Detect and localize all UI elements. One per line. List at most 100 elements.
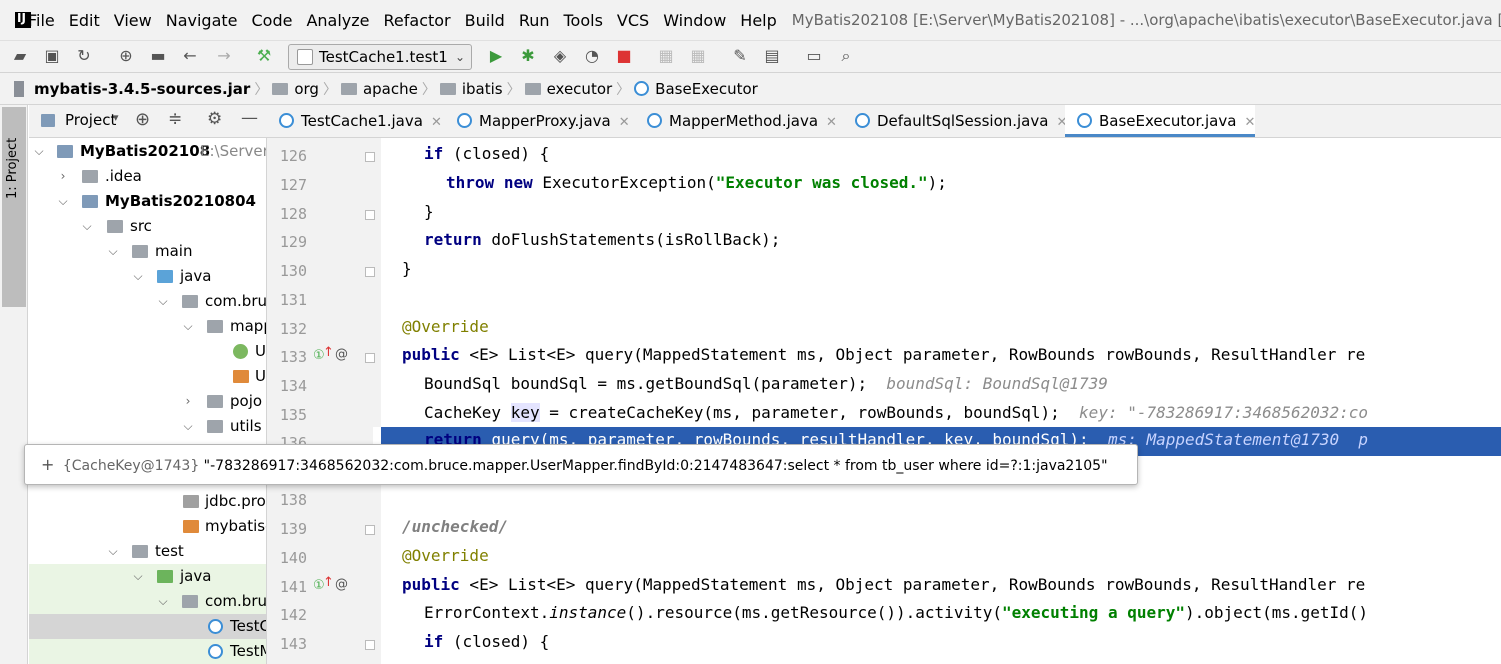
menu-run[interactable]: Run xyxy=(512,11,557,30)
chevron-down-icon[interactable]: ⌵ xyxy=(107,239,119,264)
debug-value-tooltip[interactable]: + {CacheKey@1743} "-783286917:3468562032… xyxy=(24,444,1138,485)
menu-build[interactable]: Build xyxy=(458,11,512,30)
tree-item-mybatis-config[interactable]: mybatis- xyxy=(29,514,266,539)
add-icon[interactable]: ⊕ xyxy=(116,46,136,66)
tree-item-utils[interactable]: ⌵ utils xyxy=(29,414,266,439)
close-icon[interactable]: ✕ xyxy=(826,115,837,130)
breadcrumb-executor[interactable]: executor xyxy=(524,80,612,98)
close-icon[interactable]: ✕ xyxy=(619,115,630,130)
coverage-icon[interactable]: ◈ xyxy=(550,46,570,66)
chevron-down-icon[interactable]: ⌵ xyxy=(157,289,169,314)
chevron-right-icon[interactable]: › xyxy=(57,164,69,189)
override-arrow-icon[interactable]: ↑ xyxy=(323,345,334,360)
menu-window[interactable]: Window xyxy=(656,11,733,30)
tab-mapperproxy[interactable]: MapperProxy.java ✕ xyxy=(445,105,635,137)
tree-item-package[interactable]: ⌵ com.bru xyxy=(29,289,266,314)
open-folder-icon[interactable]: ▰ xyxy=(10,46,30,66)
fold-marker-icon[interactable] xyxy=(365,640,375,650)
profile-icon[interactable]: ◔ xyxy=(582,46,602,66)
fold-marker-icon[interactable] xyxy=(365,210,375,220)
breadcrumb-apache[interactable]: apache xyxy=(340,80,418,98)
chevron-right-icon[interactable]: › xyxy=(182,389,194,414)
code-editor[interactable]: if (closed) { throw new ExecutorExceptio… xyxy=(381,138,1501,664)
tree-item-module[interactable]: ⌵ MyBatis20210804 xyxy=(29,189,266,214)
breadcrumb-org[interactable]: org xyxy=(272,80,319,98)
menu-edit[interactable]: Edit xyxy=(62,11,107,30)
menu-navigate[interactable]: Navigate xyxy=(159,11,245,30)
debug-icon[interactable]: ✱ xyxy=(518,46,538,66)
menu-code[interactable]: Code xyxy=(245,11,300,30)
tree-item-test[interactable]: ⌵ test xyxy=(29,539,266,564)
fold-marker-icon[interactable] xyxy=(365,152,375,162)
tab-mappermethod[interactable]: MapperMethod.java ✕ xyxy=(635,105,843,137)
breadcrumb-baseexecutor[interactable]: BaseExecutor xyxy=(634,80,758,98)
locate-target-icon[interactable]: ⊕ xyxy=(135,109,150,130)
annotation-icon[interactable]: @ xyxy=(335,347,348,362)
tree-item-jdbc-properties[interactable]: jdbc.pro xyxy=(29,489,266,514)
tree-item-interface[interactable]: U xyxy=(29,339,266,364)
tree-item-test-java[interactable]: ⌵ java xyxy=(29,564,266,589)
folder-icon[interactable]: ▬ xyxy=(148,46,168,66)
fold-marker-icon[interactable] xyxy=(365,525,375,535)
chevron-down-icon[interactable]: ▾ xyxy=(113,111,119,124)
breadcrumb-jar[interactable]: mybatis-3.4.5-sources.jar xyxy=(14,80,250,98)
attach-icon[interactable]: ▦ xyxy=(656,46,676,66)
tree-item-test-package[interactable]: ⌵ com.bru xyxy=(29,589,266,614)
menu-view[interactable]: View xyxy=(107,11,159,30)
remote-icon[interactable]: ▦ xyxy=(688,46,708,66)
project-structure-icon[interactable]: ▤ xyxy=(762,46,782,66)
tree-item-testm[interactable]: TestM xyxy=(29,639,266,664)
close-icon[interactable]: ✕ xyxy=(1244,115,1255,130)
breadcrumb-ibatis[interactable]: ibatis xyxy=(439,80,503,98)
chevron-down-icon[interactable]: ⌵ xyxy=(33,139,45,164)
run-configuration-select[interactable]: TestCache1.test1 ⌄ xyxy=(288,44,472,70)
tab-defaultsqlsession[interactable]: DefaultSqlSession.java ✕ xyxy=(843,105,1067,137)
chevron-down-icon[interactable]: ⌵ xyxy=(157,589,169,614)
back-icon[interactable]: ← xyxy=(180,46,200,66)
build-hammer-icon[interactable]: ⚒ xyxy=(254,46,274,66)
tree-item-xml[interactable]: U xyxy=(29,364,266,389)
tree-item-testcache1[interactable]: TestC xyxy=(29,614,266,639)
override-arrow-icon[interactable]: ↑ xyxy=(323,575,334,590)
fold-marker-icon[interactable] xyxy=(365,267,375,277)
menu-tools[interactable]: Tools xyxy=(557,11,610,30)
highlighted-identifier[interactable]: key xyxy=(510,403,540,422)
chevron-down-icon[interactable]: ⌵ xyxy=(81,214,93,239)
tree-item-pojo[interactable]: › pojo xyxy=(29,389,266,414)
collapse-all-icon[interactable]: ≑ xyxy=(168,109,182,129)
save-icon[interactable]: ▣ xyxy=(42,46,62,66)
menu-analyze[interactable]: Analyze xyxy=(299,11,376,30)
terminal-icon[interactable]: ▭ xyxy=(804,46,824,66)
tree-item-java[interactable]: ⌵ java xyxy=(29,264,266,289)
tree-item-main[interactable]: ⌵ main xyxy=(29,239,266,264)
chevron-down-icon[interactable]: ⌵ xyxy=(57,189,69,214)
project-tool-tab[interactable]: 1: Project xyxy=(2,107,26,307)
tree-item-src[interactable]: ⌵ src xyxy=(29,214,266,239)
menu-refactor[interactable]: Refactor xyxy=(377,11,458,30)
chevron-down-icon[interactable]: ⌵ xyxy=(182,414,194,439)
search-icon[interactable]: ⌕ xyxy=(836,46,856,66)
expand-plus-icon[interactable]: + xyxy=(41,455,54,474)
tree-item-idea[interactable]: › .idea xyxy=(29,164,266,189)
tree-item-mapper[interactable]: ⌵ mapp xyxy=(29,314,266,339)
fold-marker-icon[interactable] xyxy=(365,353,375,363)
hide-panel-icon[interactable]: — xyxy=(241,108,258,128)
forward-icon[interactable]: → xyxy=(214,46,234,66)
project-view-select[interactable]: Project xyxy=(65,111,116,129)
chevron-down-icon[interactable]: ⌵ xyxy=(132,564,144,589)
close-icon[interactable]: ✕ xyxy=(431,115,442,130)
stop-icon[interactable]: ■ xyxy=(614,46,634,66)
chevron-down-icon[interactable]: ⌵ xyxy=(182,314,194,339)
menu-help[interactable]: Help xyxy=(733,11,783,30)
chevron-down-icon[interactable]: ⌵ xyxy=(132,264,144,289)
run-icon[interactable]: ▶ xyxy=(486,46,506,66)
tab-testcache1[interactable]: TestCache1.java ✕ xyxy=(267,105,445,137)
sync-icon[interactable]: ↻ xyxy=(74,46,94,66)
annotation-icon[interactable]: @ xyxy=(335,577,348,592)
chevron-down-icon[interactable]: ⌵ xyxy=(107,539,119,564)
menu-vcs[interactable]: VCS xyxy=(610,11,656,30)
tree-item-root[interactable]: ⌵ MyBatis202108 E:\Server xyxy=(29,139,266,164)
settings-wrench-icon[interactable]: ✎ xyxy=(730,46,750,66)
tab-baseexecutor[interactable]: BaseExecutor.java ✕ xyxy=(1065,105,1255,137)
gear-icon[interactable]: ⚙ xyxy=(207,109,222,129)
